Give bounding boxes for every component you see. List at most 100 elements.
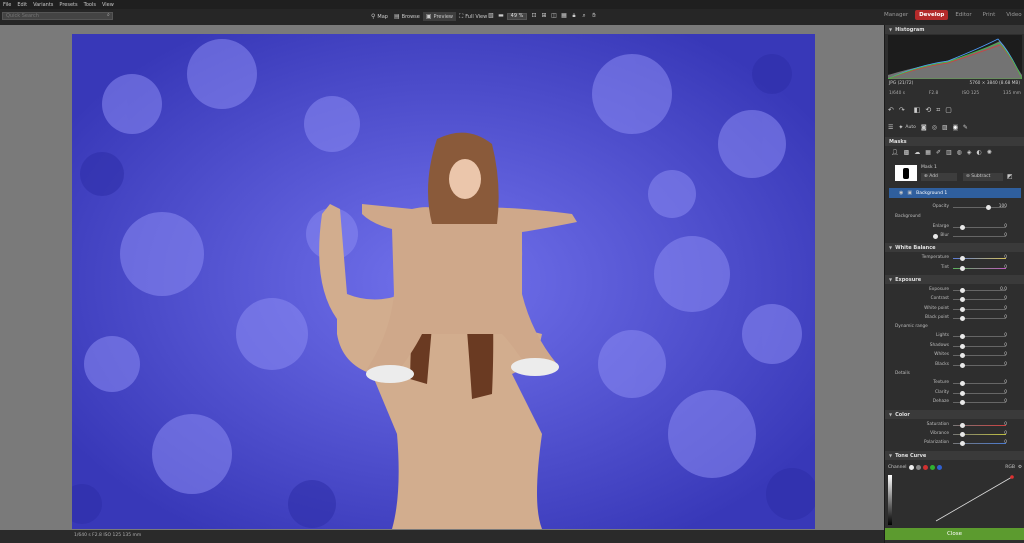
lens-icon[interactable]: ◎ xyxy=(932,124,937,131)
exif-summary: 1/640 s F2.8 ISO 125 135 mm xyxy=(74,533,142,538)
mask-layer-background-1[interactable]: ◉ ▣ Background 1 xyxy=(889,188,1021,198)
lock-icon[interactable]: 🔒︎ xyxy=(570,12,578,20)
texture-slider-row[interactable]: Texture 0 xyxy=(885,380,1024,387)
rotate-icon[interactable]: ⟲ xyxy=(925,106,931,115)
exposure-slider-row[interactable]: Exposure 0.0 xyxy=(885,287,1024,294)
auto-wand-icon[interactable]: ✦ xyxy=(898,124,903,131)
eye-icon[interactable]: ◉ xyxy=(899,190,903,196)
exposure-header[interactable]: ▼ Exposure xyxy=(885,275,1024,284)
curve-settings-icon[interactable]: ⚙ xyxy=(1018,465,1022,470)
tint-slider-row[interactable]: Tint 0 xyxy=(885,265,1024,272)
opacity-slider-row[interactable]: Opacity 100 xyxy=(885,204,1024,211)
black-point-slider-row[interactable]: Black point 0 xyxy=(885,315,1024,322)
whites-slider-row[interactable]: Whites 0 xyxy=(885,352,1024,359)
image-icon[interactable]: ▨ xyxy=(942,124,948,131)
channel-red-dot[interactable] xyxy=(923,464,929,470)
dehaze-slider-row[interactable]: Dehaze 0 xyxy=(885,399,1024,406)
color-header[interactable]: ▼ Color xyxy=(885,410,1024,419)
grid-icon[interactable]: ▦ xyxy=(560,12,568,20)
sky-mask-icon[interactable]: ☁ xyxy=(914,149,920,156)
blacks-slider-row[interactable]: Blacks 0 xyxy=(885,362,1024,369)
range-mask-icon[interactable]: ✺ xyxy=(987,149,992,156)
quick-search-input[interactable] xyxy=(2,12,113,20)
channel-rgb-dot[interactable] xyxy=(916,464,922,470)
menu-view[interactable]: View xyxy=(102,2,114,8)
temperature-slider-row[interactable]: Temperature 0 xyxy=(885,255,1024,262)
close-button[interactable]: Close xyxy=(885,528,1024,540)
zoom-tool-icon[interactable]: ⌕ xyxy=(580,12,588,20)
menu-file[interactable]: File xyxy=(3,2,11,8)
actual-size-icon[interactable]: ⊞ xyxy=(540,12,548,20)
channel-luma-dot[interactable] xyxy=(909,464,915,470)
enlarge-slider-row[interactable]: Enlarge 0 xyxy=(885,224,1024,231)
menu-variants[interactable]: Variants xyxy=(33,2,53,8)
object-mask-icon[interactable]: ▦ xyxy=(925,149,931,156)
contrast-slider-row[interactable]: Contrast 0 xyxy=(885,296,1024,303)
mask-options-icon[interactable]: ◩ xyxy=(1007,173,1013,180)
mask-name[interactable]: Mask 1 xyxy=(921,165,937,170)
color-mask-icon[interactable]: ◈ xyxy=(967,149,972,156)
preview-canvas[interactable] xyxy=(0,25,884,530)
camera-icon[interactable]: ◙ xyxy=(921,124,927,131)
view-mode-full-view[interactable]: ⛶ Full View xyxy=(456,12,490,21)
subtract-mask-button[interactable]: ⊖ Subtract xyxy=(963,173,1003,181)
view-mode-browse[interactable]: ▤ Browse xyxy=(391,12,423,21)
menu-presets[interactable]: Presets xyxy=(59,2,77,8)
tone-curve-channel-row: Channel RGB ⚙ xyxy=(888,463,1022,471)
undo-icon[interactable]: ↶ xyxy=(888,106,894,115)
zoom-field[interactable]: 49 % xyxy=(507,12,527,20)
list-icon[interactable]: ☰ xyxy=(888,124,893,131)
layer-icon: ▣ xyxy=(907,190,913,196)
photo-preview[interactable] xyxy=(72,34,815,529)
shadows-slider-row[interactable]: Shadows 0 xyxy=(885,343,1024,350)
fit-icon[interactable]: ⊡ xyxy=(530,12,538,20)
menu-edit[interactable]: Edit xyxy=(17,2,27,8)
saturation-slider-row[interactable]: Saturation 0 xyxy=(885,422,1024,429)
crop-icon[interactable]: ⌗ xyxy=(936,106,940,115)
hand-tool-icon[interactable]: ✋︎ xyxy=(590,12,598,20)
minus-icon[interactable]: ▬ xyxy=(497,12,505,20)
search-icon[interactable]: ⌕ xyxy=(107,12,113,20)
polarization-slider-row[interactable]: Polarization 0 xyxy=(885,440,1024,447)
view-mode-preview[interactable]: ▣ Preview xyxy=(422,12,456,21)
tab-editor[interactable]: Editor xyxy=(951,10,975,20)
tone-curve-header[interactable]: ▼ Tone Curve xyxy=(885,451,1024,460)
tab-print[interactable]: Print xyxy=(979,10,1000,20)
channel-blue-dot[interactable] xyxy=(937,464,943,470)
add-mask-button[interactable]: ⊕ Add xyxy=(921,173,957,181)
preview-icon: ▣ xyxy=(425,13,432,20)
brush-icon[interactable]: ✎ xyxy=(963,124,968,131)
background-label: Background xyxy=(895,214,921,219)
histogram-header[interactable]: ▼ Histogram xyxy=(885,25,1024,34)
luminance-mask-icon[interactable]: ◐ xyxy=(977,149,982,156)
view-mode-map[interactable]: ⚲ Map xyxy=(368,12,391,21)
curve-mode-label[interactable]: RGB xyxy=(1005,465,1015,470)
compare-icon[interactable]: ◫ xyxy=(550,12,558,20)
person-mask-icon[interactable]: 👤︎ xyxy=(891,149,899,156)
white-point-slider-row[interactable]: White point 0 xyxy=(885,306,1024,313)
tab-video[interactable]: Video xyxy=(1002,10,1024,20)
info-overlay-icon[interactable]: ▧ xyxy=(487,12,495,20)
masks-header[interactable]: Masks xyxy=(885,137,1024,146)
mask-tool-icon[interactable]: ◉ xyxy=(952,124,958,131)
lights-slider-row[interactable]: Lights 0 xyxy=(885,333,1024,340)
blur-slider-row[interactable]: Blur 0 xyxy=(885,233,1024,240)
gradient-mask-icon[interactable]: ▥ xyxy=(946,149,952,156)
menu-tools[interactable]: Tools xyxy=(84,2,96,8)
subject-mask-icon[interactable]: ▩ xyxy=(904,149,910,156)
white-balance-header[interactable]: ▼ White Balance xyxy=(885,243,1024,252)
tab-develop[interactable]: Develop xyxy=(915,10,949,20)
opacity-knob[interactable] xyxy=(986,205,991,210)
vibrance-slider-row[interactable]: Vibrance 0 xyxy=(885,431,1024,438)
auto-button[interactable]: Auto xyxy=(905,125,915,130)
clarity-slider-row[interactable]: Clarity 0 xyxy=(885,390,1024,397)
tab-manager[interactable]: Manager xyxy=(880,10,912,20)
tone-curve-graph[interactable] xyxy=(888,475,1022,525)
redo-icon[interactable]: ↷ xyxy=(899,106,905,115)
pen-mask-icon[interactable]: ✐ xyxy=(936,149,941,156)
before-after-icon[interactable]: ◧ xyxy=(914,106,921,115)
channel-green-dot[interactable] xyxy=(930,464,936,470)
radial-mask-icon[interactable]: ◍ xyxy=(957,149,962,156)
copy-settings-icon[interactable]: ▢ xyxy=(945,106,952,115)
module-tabs: Manager Develop Editor Print Video xyxy=(877,10,1024,20)
